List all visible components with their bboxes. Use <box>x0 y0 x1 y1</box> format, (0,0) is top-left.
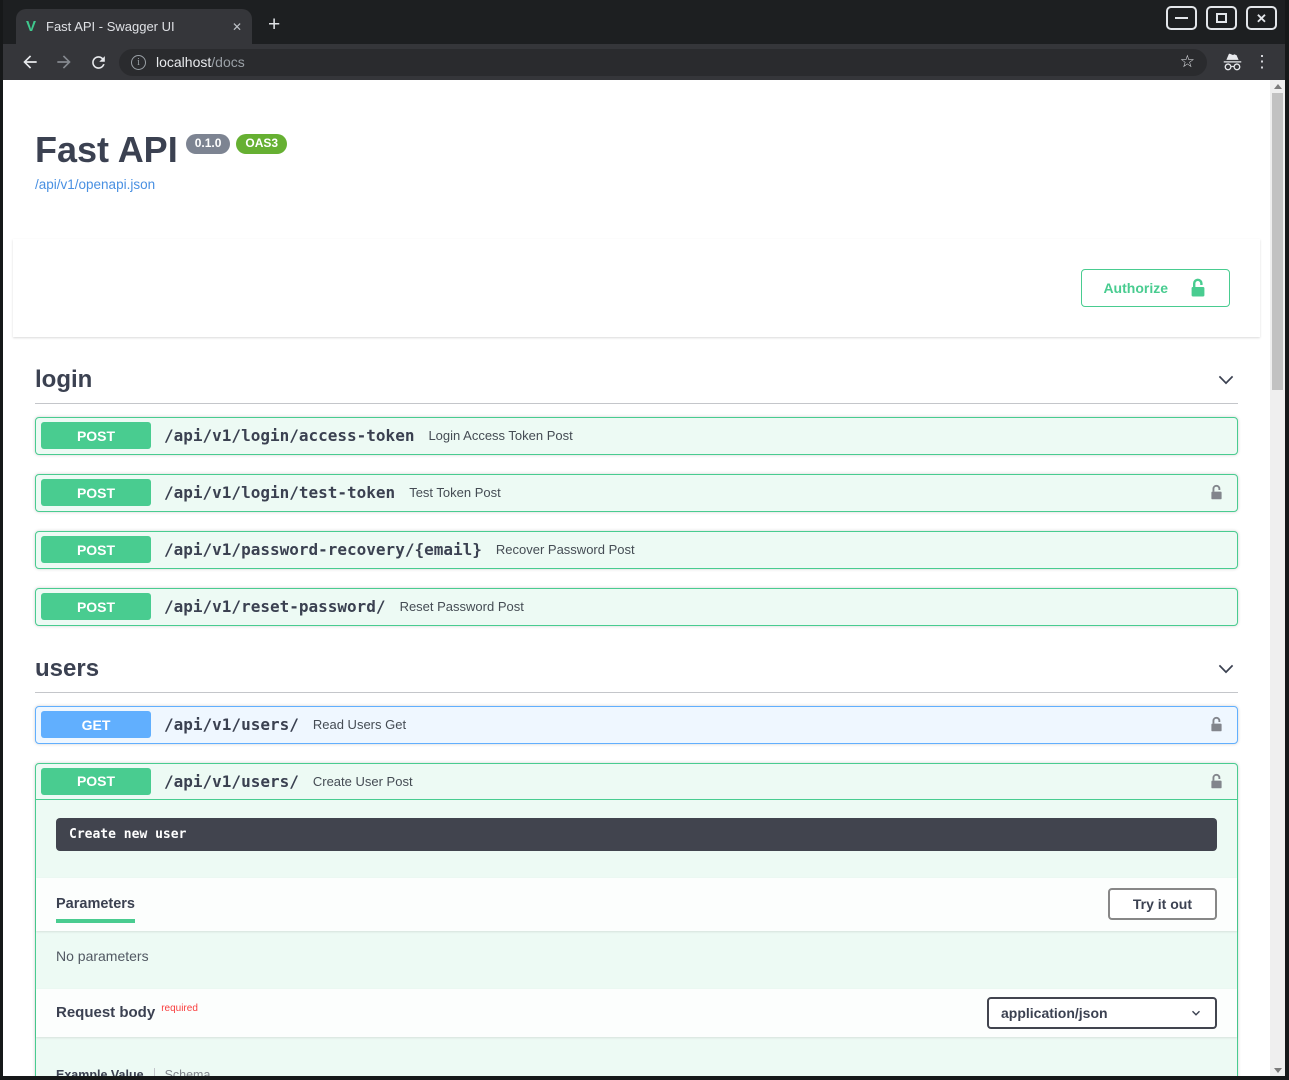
auth-lock-icon[interactable] <box>1208 772 1225 791</box>
openapi-spec-link[interactable]: /api/v1/openapi.json <box>35 177 155 192</box>
chevron-down-icon[interactable] <box>1214 657 1238 681</box>
bookmark-star-icon[interactable]: ☆ <box>1180 52 1195 72</box>
browser-tab[interactable]: V Fast API - Swagger UI ✕ <box>16 9 252 44</box>
minimize-button[interactable] <box>1166 6 1197 30</box>
browser-window: V Fast API - Swagger UI ✕ + ✕ i localhos… <box>0 0 1289 1080</box>
page-title: Fast API <box>35 130 178 170</box>
example-area: Example Value Schema { <box>36 1037 1237 1076</box>
version-badge: 0.1.0 <box>186 134 231 154</box>
favicon-icon: V <box>26 18 36 35</box>
operation-description: Create new user <box>56 818 1217 851</box>
unlocked-padlock-icon <box>1188 277 1208 299</box>
back-button[interactable] <box>13 47 47 77</box>
endpoint-body: Create new user Parameters Try it out No… <box>36 818 1237 1076</box>
endpoint-description: Create User Post <box>313 774 413 789</box>
forward-button[interactable] <box>47 47 81 77</box>
tab-title: Fast API - Swagger UI <box>46 19 226 34</box>
endpoint-create-user-summary[interactable]: POST /api/v1/users/ Create User Post <box>36 764 1237 800</box>
browser-menu-icon[interactable]: ⋮ <box>1249 52 1275 72</box>
method-badge: POST <box>41 536 151 563</box>
endpoint-reset-password[interactable]: POST /api/v1/reset-password/ Reset Passw… <box>35 588 1238 626</box>
auth-lock-icon[interactable] <box>1208 715 1225 734</box>
site-info-icon[interactable]: i <box>131 55 146 70</box>
content-type-select[interactable]: application/json <box>987 997 1217 1029</box>
endpoint-description: Reset Password Post <box>400 599 524 614</box>
method-badge: POST <box>41 768 151 795</box>
window-controls: ✕ <box>1166 6 1277 30</box>
endpoint-path: /api/v1/reset-password/ <box>164 597 386 616</box>
endpoint-login-access-token[interactable]: POST /api/v1/login/access-token Login Ac… <box>35 417 1238 455</box>
close-button[interactable]: ✕ <box>1246 6 1277 30</box>
endpoint-description: Recover Password Post <box>496 542 635 557</box>
reload-button[interactable] <box>81 47 115 77</box>
page-content: Fast API 0.1.0 OAS3 /api/v1/openapi.json… <box>3 80 1285 1076</box>
endpoint-path: /api/v1/users/ <box>164 715 299 734</box>
parameters-tab[interactable]: Parameters <box>56 886 135 923</box>
example-value-tab[interactable]: Example Value <box>56 1068 144 1076</box>
api-info: Fast API 0.1.0 OAS3 /api/v1/openapi.json <box>35 130 1238 194</box>
try-it-out-button[interactable]: Try it out <box>1108 888 1217 920</box>
scheme-container: Authorize <box>13 239 1260 337</box>
method-badge: POST <box>41 593 151 620</box>
scrollbar-down-arrow[interactable] <box>1270 1064 1285 1076</box>
url-text: localhost/docs <box>156 54 245 70</box>
section-title: users <box>35 655 99 683</box>
endpoint-description: Read Users Get <box>313 717 406 732</box>
chevron-down-icon[interactable] <box>1214 368 1238 392</box>
parameters-header: Parameters Try it out <box>36 878 1237 931</box>
section-header-users[interactable]: users <box>35 646 1238 693</box>
request-body-header: Request body required application/json <box>36 989 1237 1037</box>
content-type-value: application/json <box>1001 1005 1108 1021</box>
endpoint-path: /api/v1/login/access-token <box>164 426 414 445</box>
tab-close-icon[interactable]: ✕ <box>232 20 242 34</box>
incognito-icon <box>1215 47 1249 77</box>
authorize-button[interactable]: Authorize <box>1081 269 1230 307</box>
oas3-badge: OAS3 <box>236 134 287 154</box>
section-title: login <box>35 366 92 394</box>
browser-navbar: i localhost/docs ☆ ⋮ <box>3 44 1285 80</box>
schema-tab[interactable]: Schema <box>165 1068 211 1076</box>
endpoint-login-test-token[interactable]: POST /api/v1/login/test-token Test Token… <box>35 474 1238 512</box>
method-badge: GET <box>41 711 151 738</box>
address-bar[interactable]: i localhost/docs ☆ <box>119 49 1207 76</box>
browser-titlebar: V Fast API - Swagger UI ✕ + ✕ <box>3 0 1285 44</box>
users-endpoints: GET /api/v1/users/ Read Users Get <box>35 706 1238 1076</box>
tab-separator <box>154 1068 155 1076</box>
endpoint-path: /api/v1/login/test-token <box>164 483 395 502</box>
method-badge: POST <box>41 479 151 506</box>
endpoint-path: /api/v1/users/ <box>164 772 299 791</box>
maximize-button[interactable] <box>1206 6 1237 30</box>
endpoint-description: Login Access Token Post <box>428 428 572 443</box>
request-body-label: Request body <box>56 1004 155 1021</box>
endpoint-read-users[interactable]: GET /api/v1/users/ Read Users Get <box>35 706 1238 744</box>
method-badge: POST <box>41 422 151 449</box>
endpoint-description: Test Token Post <box>409 485 501 500</box>
endpoint-path: /api/v1/password-recovery/{email} <box>164 540 482 559</box>
authorize-label: Authorize <box>1103 280 1168 296</box>
section-header-login[interactable]: login <box>35 357 1238 404</box>
no-parameters-text: No parameters <box>36 931 1237 989</box>
page-scrollbar[interactable] <box>1270 80 1285 1076</box>
new-tab-button[interactable]: + <box>268 13 280 37</box>
chevron-down-icon <box>1189 1006 1203 1020</box>
scrollbar-thumb[interactable] <box>1272 93 1283 390</box>
endpoint-create-user: POST /api/v1/users/ Create User Post <box>35 763 1238 1076</box>
required-badge: required <box>161 1003 198 1014</box>
scrollbar-up-arrow[interactable] <box>1270 80 1285 92</box>
auth-lock-icon[interactable] <box>1208 483 1225 502</box>
endpoint-password-recovery[interactable]: POST /api/v1/password-recovery/{email} R… <box>35 531 1238 569</box>
login-endpoints: POST /api/v1/login/access-token Login Ac… <box>35 417 1238 626</box>
